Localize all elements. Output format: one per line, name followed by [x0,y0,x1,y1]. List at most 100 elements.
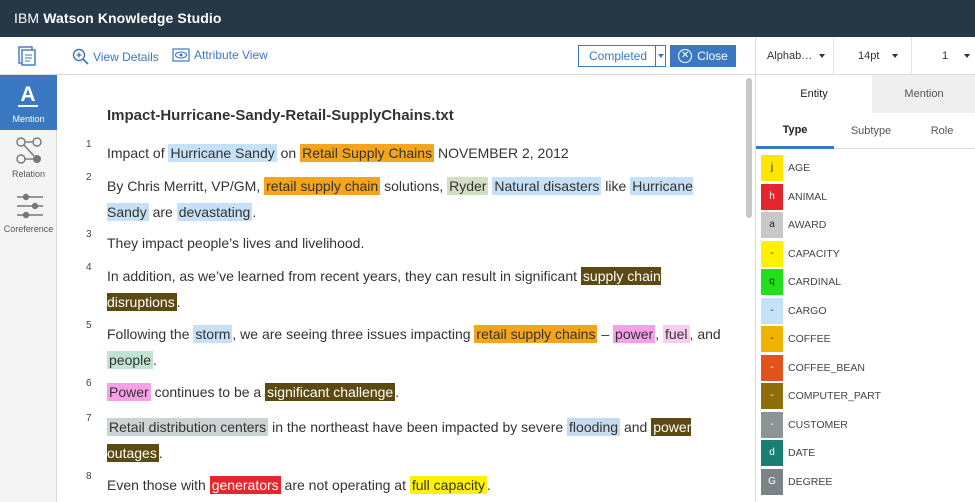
entity-mention[interactable]: Ryder [447,177,489,195]
entity-type-row[interactable]: a AWARD [756,211,975,239]
text-span: NOVEMBER 2, 2012 [434,145,569,161]
svg-text:A: A [20,83,35,106]
tab-mention-label: Mention [904,88,944,100]
entity-type-row[interactable]: - COFFEE_BEAN [756,354,975,382]
text-span: are not operating at [280,477,410,493]
document-title: Impact-Hurricane-Sandy-Retail-SupplyChai… [107,107,454,124]
entity-type-row[interactable]: h ANIMAL [756,183,975,211]
zoom-in-icon [72,48,89,65]
paragraph: Impact of Hurricane Sandy on Retail Supp… [107,141,727,167]
entity-type-key: a [761,212,783,238]
entity-type-row[interactable]: - CAPACITY [756,240,975,268]
nav-coreference-label: Coreference [3,224,54,234]
entity-type-key: - [761,411,783,438]
sort-value: Alphab… [767,50,813,62]
entity-mention[interactable]: retail supply chain [264,177,381,195]
entity-mention[interactable]: full capacity [409,476,488,494]
status-dropdown[interactable]: Completed [578,45,666,67]
entity-type-name: AWARD [788,219,827,231]
view-options-toolbar: Alphab… 14pt 1 [755,37,975,75]
entity-type-row[interactable]: - COFFEE [756,325,975,353]
entity-mention[interactable]: significant challenge [265,383,396,401]
entity-type-row[interactable]: - CUSTOMER [756,411,975,439]
entity-mention[interactable]: Natural disasters [492,177,602,195]
text-span: are [148,203,177,220]
entity-mention[interactable]: Retail Supply Chains [300,144,435,162]
text-span: . [487,477,491,493]
document-icon[interactable] [18,46,36,66]
entity-type-row[interactable]: j AGE [756,154,975,182]
entity-type-key: j [761,155,783,181]
close-icon: ✕ [678,49,693,63]
sort-dropdown[interactable]: Alphab… [756,37,834,75]
entity-mention[interactable]: retail supply chains [474,325,598,343]
entity-mention[interactable]: power [613,325,656,343]
entity-type-row[interactable]: G DEGREE [756,468,975,496]
chevron-down-icon [964,54,971,58]
subtab-type[interactable]: Type [756,113,834,149]
entity-mention[interactable]: flooding [567,418,621,436]
paragraph-number: 2 [86,172,92,183]
close-label: Close [697,49,728,63]
entity-mention[interactable]: storm [193,325,233,343]
entity-type-name: AGE [788,162,811,174]
paragraph-number: 4 [86,262,92,273]
text-span: continues to be a [150,384,266,400]
entity-type-row[interactable]: q CARDINAL [756,268,975,296]
eye-icon [172,48,190,62]
text-span: . [153,351,157,368]
entity-type-row[interactable]: d DATE [756,439,975,467]
tab-entity-label: Entity [800,88,828,100]
paragraph: Following the storm, we are seeing three… [107,322,727,373]
text-span: . [395,384,400,400]
tab-mention[interactable]: Mention [872,75,975,113]
entity-mention[interactable]: generators [209,476,281,494]
status-value: Completed [589,49,648,63]
close-button[interactable]: ✕ Close [670,45,736,67]
entity-type-key: h [761,183,783,210]
entity-type-key: G [761,468,783,495]
entity-mention[interactable]: Hurricane Sandy [168,144,277,162]
entity-mention[interactable]: people [107,350,154,369]
mention-icon: A [18,83,38,107]
text-span: , we are seeing three issues impacting [232,326,475,342]
text-span: . [252,203,257,220]
nav-mention[interactable]: A Mention [0,75,57,130]
panel-tabs: Entity Mention [756,75,975,113]
text-span: , and [689,326,721,342]
entity-type-name: COFFEE_BEAN [788,361,866,374]
entity-type-name: DATE [788,447,816,459]
text-span: In addition, as we’ve learned from recen… [107,268,581,284]
entity-type-name: ANIMAL [788,190,828,203]
tab-entity[interactable]: Entity [756,75,872,113]
text-span: Even those with [107,477,210,493]
coreference-icon [17,193,43,219]
subtab-role[interactable]: Role [908,113,975,149]
document-scrollbar[interactable] [746,78,752,218]
document-toolbar: View Details Attribute View Completed ✕ … [0,37,755,75]
entity-type-row[interactable]: - COMPUTER_PART [756,382,975,410]
entity-mention[interactable]: fuel [662,325,690,343]
entity-type-name: CUSTOMER [788,418,848,431]
subtab-subtype[interactable]: Subtype [834,113,908,149]
view-details-label: View Details [93,49,159,64]
entity-mention[interactable]: Power [107,383,151,401]
brand-ibm: IBM [14,10,40,26]
paragraph: In addition, as we’ve learned from recen… [107,264,727,315]
font-size-dropdown[interactable]: 14pt [834,37,912,75]
entity-type-row[interactable]: - CARGO [756,297,975,325]
nav-relation[interactable]: Relation [0,130,57,185]
text-span: By Chris Merritt, VP/GM, [107,178,265,194]
view-details-button[interactable]: View Details [72,48,159,65]
brand-product: Watson Knowledge Studio [43,10,222,26]
page-dropdown[interactable]: 1 [912,37,975,75]
entity-mention[interactable]: Retail distribution centers [107,418,269,436]
paragraph: Power continues to be a significant chal… [107,380,727,406]
nav-coreference[interactable]: Coreference [0,185,57,240]
entity-mention[interactable]: devastating [176,202,253,221]
page-value: 1 [942,50,949,62]
entity-type-key: - [761,240,783,267]
paragraph-number: 7 [86,413,92,424]
nav-mention-label: Mention [12,114,45,124]
attribute-view-button[interactable]: Attribute View [172,48,268,62]
